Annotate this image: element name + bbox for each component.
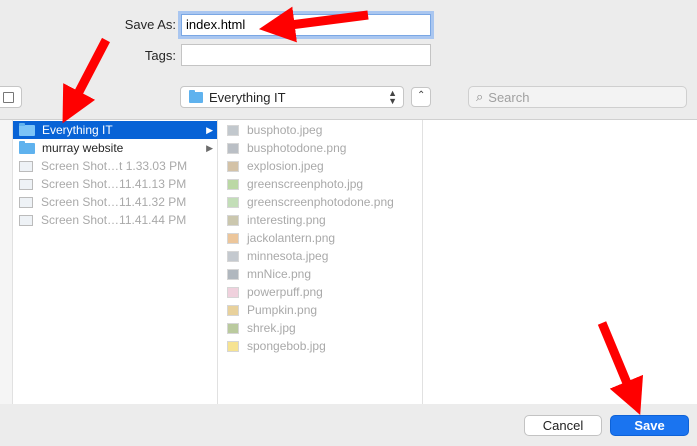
row-label: greenscreenphoto.jpg: [247, 177, 364, 191]
image-thumbnail-icon: [227, 322, 239, 334]
row-label: interesting.png: [247, 213, 326, 227]
file-row[interactable]: mnNice.png: [218, 265, 422, 283]
file-row[interactable]: Screen Shot…11.41.32 PM: [13, 193, 217, 211]
save-button[interactable]: Save: [610, 415, 689, 436]
image-thumbnail-icon: [227, 232, 239, 244]
image-file-icon: [19, 214, 33, 226]
file-row[interactable]: spongebob.jpg: [218, 337, 422, 355]
file-row[interactable]: greenscreenphoto.jpg: [218, 175, 422, 193]
folder-icon: [189, 89, 203, 103]
file-row[interactable]: Screen Shot…t 1.33.03 PM: [13, 157, 217, 175]
tags-label: Tags:: [144, 48, 176, 63]
row-label: Everything IT: [42, 123, 113, 137]
search-icon: ⌕: [476, 89, 484, 104]
column-3: [423, 120, 697, 405]
row-label: explosion.jpeg: [247, 159, 324, 173]
folder-row[interactable]: Everything IT ▶: [13, 121, 217, 139]
row-label: jackolantern.png: [247, 231, 336, 245]
file-row[interactable]: explosion.jpeg: [218, 157, 422, 175]
disclosure-arrow-icon: ▶: [206, 124, 213, 135]
file-row[interactable]: greenscreenphotodone.png: [218, 193, 422, 211]
folder-row[interactable]: murray website ▶: [13, 139, 217, 157]
new-folder-button[interactable]: [0, 86, 22, 108]
sidebar-column: [0, 120, 13, 405]
tags-field[interactable]: [181, 44, 431, 66]
folder-icon: [19, 140, 35, 154]
row-label: Pumpkin.png: [247, 303, 318, 317]
file-row[interactable]: powerpuff.png: [218, 283, 422, 301]
row-label: Screen Shot…11.41.13 PM: [41, 177, 187, 191]
image-thumbnail-icon: [227, 214, 239, 226]
column-browser: Everything IT ▶ murray website ▶ Screen Shot…: [0, 119, 697, 406]
image-thumbnail-icon: [227, 142, 239, 154]
row-label: spongebob.jpg: [247, 339, 326, 353]
file-row[interactable]: interesting.png: [218, 211, 422, 229]
folder-icon: [19, 122, 35, 136]
row-label: minnesota.jpeg: [247, 249, 329, 263]
updown-chevron-icon: ▲ ▼: [388, 88, 397, 106]
image-file-icon: [19, 178, 33, 190]
row-label: busphoto.jpeg: [247, 123, 323, 137]
disclosure-arrow-icon: ▶: [206, 142, 213, 153]
search-field[interactable]: ⌕ Search: [468, 86, 687, 108]
row-label: Screen Shot…11.41.44 PM: [41, 213, 187, 227]
file-row[interactable]: shrek.jpg: [218, 319, 422, 337]
file-row[interactable]: busphoto.jpeg: [218, 121, 422, 139]
image-thumbnail-icon: [227, 286, 239, 298]
file-row[interactable]: Screen Shot…11.41.13 PM: [13, 175, 217, 193]
image-thumbnail-icon: [227, 124, 239, 136]
row-label: Screen Shot…t 1.33.03 PM: [41, 159, 188, 173]
image-file-icon: [19, 196, 33, 208]
image-file-icon: [19, 160, 33, 172]
image-thumbnail-icon: [227, 250, 239, 262]
file-row[interactable]: Pumpkin.png: [218, 301, 422, 319]
new-folder-icon: [3, 92, 14, 103]
collapse-button[interactable]: ⌃: [411, 87, 431, 107]
image-thumbnail-icon: [227, 178, 239, 190]
image-thumbnail-icon: [227, 160, 239, 172]
row-label: murray website: [42, 141, 124, 155]
column-2: busphoto.jpeg busphotodone.png explosion.j…: [218, 120, 423, 405]
location-popup[interactable]: Everything IT ▲ ▼: [180, 86, 404, 108]
save-as-field[interactable]: index.html: [181, 14, 431, 36]
column-1: Everything IT ▶ murray website ▶ Screen Shot…: [13, 120, 218, 405]
location-label: Everything IT: [209, 89, 286, 105]
image-thumbnail-icon: [227, 268, 239, 280]
row-label: mnNice.png: [247, 267, 312, 281]
chevron-up-icon: ⌃: [417, 90, 426, 101]
row-label: busphotodone.png: [247, 141, 347, 155]
row-label: greenscreenphotodone.png: [247, 195, 394, 209]
file-row[interactable]: minnesota.jpeg: [218, 247, 422, 265]
save-as-label: Save As:: [124, 17, 176, 32]
row-label: powerpuff.png: [247, 285, 323, 299]
file-row[interactable]: busphotodone.png: [218, 139, 422, 157]
image-thumbnail-icon: [227, 304, 239, 316]
row-label: shrek.jpg: [247, 321, 296, 335]
row-label: Screen Shot…11.41.32 PM: [41, 195, 187, 209]
image-thumbnail-icon: [227, 196, 239, 208]
file-row[interactable]: Screen Shot…11.41.44 PM: [13, 211, 217, 229]
file-row[interactable]: jackolantern.png: [218, 229, 422, 247]
cancel-button[interactable]: Cancel: [524, 415, 602, 436]
image-thumbnail-icon: [227, 340, 239, 352]
search-placeholder: Search: [488, 89, 530, 105]
